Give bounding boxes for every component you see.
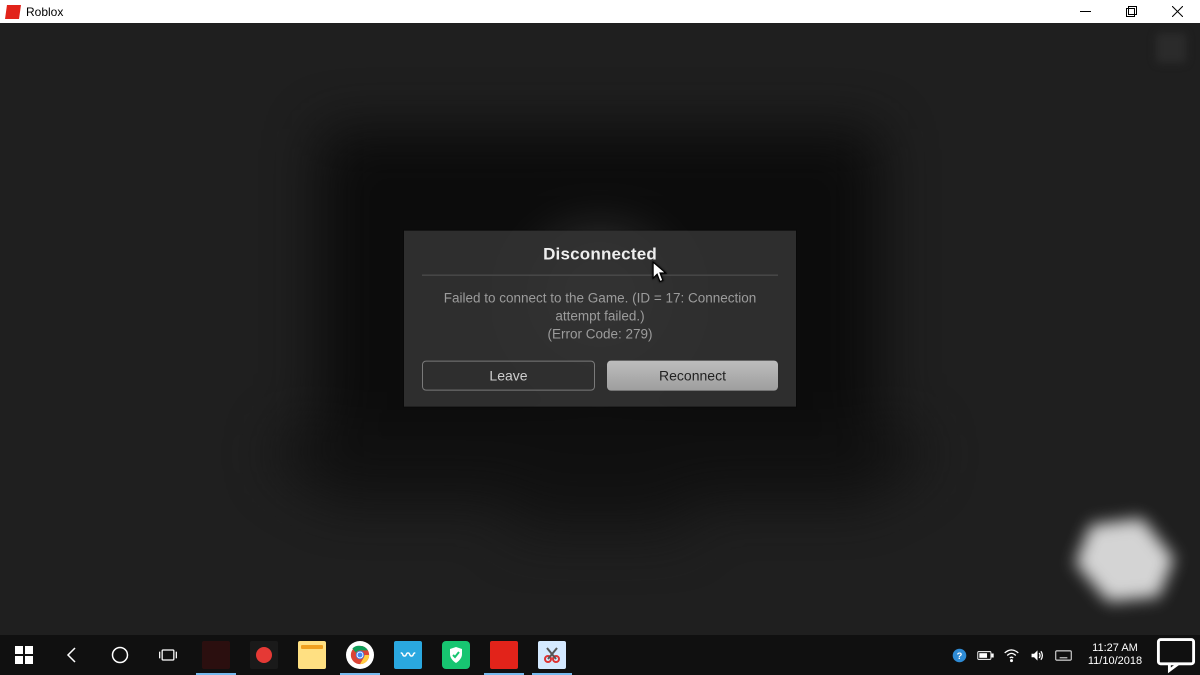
taskbar-app-recorder[interactable]	[240, 635, 288, 675]
taskbar: 〰 ?	[0, 635, 1200, 675]
taskbar-app-chrome[interactable]	[336, 635, 384, 675]
leave-button[interactable]: Leave	[422, 360, 595, 390]
action-center-button[interactable]	[1154, 633, 1198, 675]
disconnected-dialog: Disconnected Failed to connect to the Ga…	[404, 231, 796, 407]
minimize-button[interactable]	[1062, 0, 1108, 23]
close-button[interactable]	[1154, 0, 1200, 23]
cursor-icon	[652, 261, 668, 283]
tray-wifi-icon[interactable]	[998, 635, 1024, 675]
taskbar-app-1[interactable]	[192, 635, 240, 675]
tray-help-icon[interactable]: ?	[946, 635, 972, 675]
taskbar-app-security[interactable]	[432, 635, 480, 675]
dialog-message: Failed to connect to the Game. (ID = 17:…	[422, 290, 778, 345]
roblox-icon	[5, 5, 21, 19]
settings-icon[interactable]	[1156, 33, 1186, 63]
task-view-button[interactable]	[144, 635, 192, 675]
back-button[interactable]	[48, 635, 96, 675]
maximize-button[interactable]	[1108, 0, 1154, 23]
tray-volume-icon[interactable]	[1024, 635, 1050, 675]
dialog-message-line2: (Error Code: 279)	[547, 327, 652, 342]
start-button[interactable]	[0, 635, 48, 675]
cortana-button[interactable]	[96, 635, 144, 675]
window-titlebar: Roblox	[0, 0, 1200, 23]
game-client-area: Disconnected Failed to connect to the Ga…	[0, 23, 1200, 635]
dialog-title: Disconnected	[422, 245, 778, 276]
tray-battery-icon[interactable]	[972, 635, 998, 675]
system-tray: ? 11:27 AM 11/10/2018	[946, 635, 1200, 675]
tray-keyboard-icon[interactable]	[1050, 635, 1076, 675]
window-title: Roblox	[26, 5, 63, 19]
svg-text:?: ?	[956, 650, 962, 660]
taskbar-app-snipping-tool[interactable]	[528, 635, 576, 675]
taskbar-clock[interactable]: 11:27 AM 11/10/2018	[1076, 642, 1154, 667]
taskbar-app-file-explorer[interactable]	[288, 635, 336, 675]
clock-date: 11/10/2018	[1088, 655, 1142, 668]
taskbar-app-roblox[interactable]	[480, 635, 528, 675]
dialog-message-line1: Failed to connect to the Game. (ID = 17:…	[444, 291, 757, 324]
taskbar-app-5[interactable]: 〰	[384, 635, 432, 675]
clock-time: 11:27 AM	[1092, 642, 1138, 655]
reconnect-button[interactable]: Reconnect	[607, 360, 778, 390]
